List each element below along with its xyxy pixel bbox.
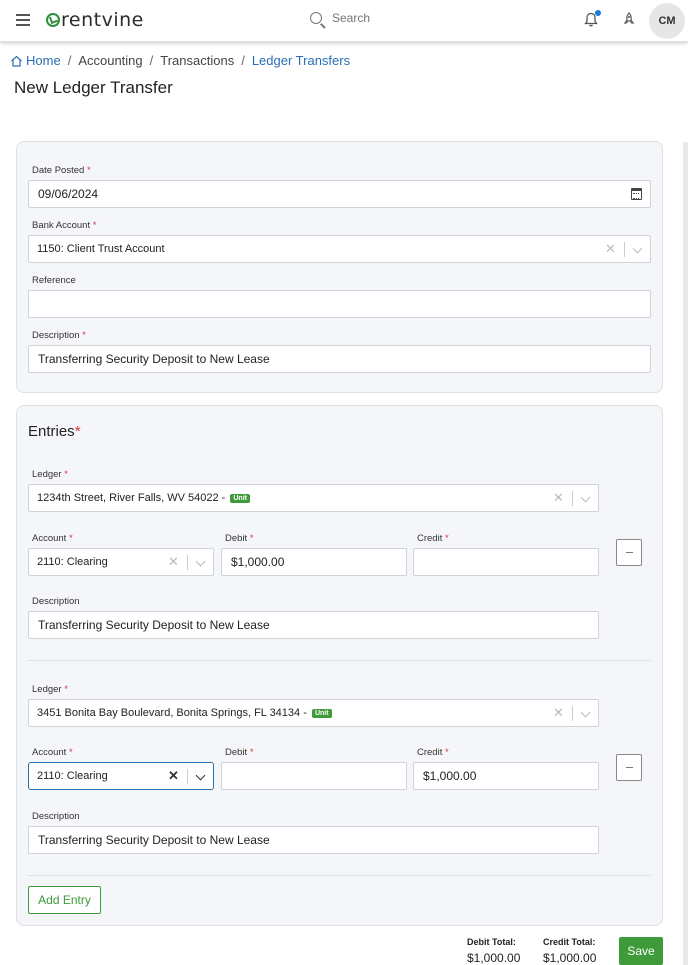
debit-label: Debit *: [225, 747, 254, 758]
account-select[interactable]: 2110: Clearing ✕: [28, 762, 214, 790]
breadcrumb-home-link[interactable]: Home: [26, 53, 61, 68]
top-bar: rentvine CM: [0, 0, 688, 42]
breadcrumb-transactions[interactable]: Transactions: [160, 53, 234, 68]
bank-account-label: Bank Account *: [32, 220, 97, 231]
credit-input[interactable]: $1,000.00: [413, 762, 599, 790]
reference-input[interactable]: [28, 290, 651, 318]
description-label: Description *: [32, 330, 86, 341]
page-scrollbar[interactable]: [683, 142, 688, 965]
clear-icon[interactable]: ✕: [168, 554, 179, 570]
user-avatar[interactable]: CM: [649, 3, 685, 39]
entry-divider: [28, 660, 651, 661]
reference-label: Reference: [32, 275, 76, 286]
credit-label: Credit *: [417, 747, 449, 758]
bank-account-select[interactable]: 1150: Client Trust Account ✕: [28, 235, 651, 263]
date-posted-label: Date Posted *: [32, 165, 91, 176]
debit-input[interactable]: $1,000.00: [221, 548, 407, 576]
rocket-icon[interactable]: [622, 12, 636, 27]
unit-badge: Unit: [311, 709, 332, 718]
ledger-select[interactable]: 3451 Bonita Bay Boulevard, Bonita Spring…: [28, 699, 599, 727]
entry-description-label: Description: [32, 596, 80, 607]
credit-input[interactable]: [413, 548, 599, 576]
breadcrumb-ledger-transfers[interactable]: Ledger Transfers: [252, 53, 350, 68]
page-title: New Ledger Transfer: [14, 78, 173, 97]
debit-total-label: Debit Total:: [467, 937, 516, 947]
entry-description-label: Description: [32, 811, 80, 822]
ledger-label: Ledger *: [32, 684, 68, 695]
search-input[interactable]: [332, 11, 532, 25]
search-icon: [310, 12, 322, 24]
save-button[interactable]: Save: [619, 937, 663, 965]
credit-total-value: $1,000.00: [543, 951, 597, 965]
search-bar: [310, 11, 532, 25]
calendar-icon[interactable]: [631, 188, 642, 200]
remove-entry-button[interactable]: [616, 539, 642, 566]
hamburger-menu-icon[interactable]: [16, 14, 30, 26]
entries-title: Entries*: [28, 423, 81, 440]
breadcrumb: Home / Accounting / Transactions / Ledge…: [10, 53, 350, 68]
breadcrumb-accounting[interactable]: Accounting: [78, 53, 142, 68]
description-input[interactable]: Transferring Security Deposit to New Lea…: [28, 345, 651, 373]
entry-description-input[interactable]: Transferring Security Deposit to New Lea…: [28, 826, 599, 854]
chevron-down-icon[interactable]: [195, 556, 206, 567]
notification-dot: [595, 10, 601, 16]
debit-total-value: $1,000.00: [467, 951, 521, 965]
credit-total-label: Credit Total:: [543, 937, 596, 947]
rentvine-logo[interactable]: rentvine: [46, 9, 144, 31]
entry-description-input[interactable]: Transferring Security Deposit to New Lea…: [28, 611, 599, 639]
chevron-down-icon[interactable]: [632, 243, 643, 254]
chevron-down-icon[interactable]: [580, 707, 591, 718]
clear-icon[interactable]: ✕: [553, 705, 564, 721]
credit-label: Credit *: [417, 533, 449, 544]
home-icon: [11, 55, 22, 67]
ledger-select[interactable]: 1234th Street, River Falls, WV 54022 - U…: [28, 484, 599, 512]
remove-entry-button[interactable]: [616, 754, 642, 781]
unit-badge: Unit: [230, 494, 250, 503]
chevron-down-icon[interactable]: [580, 492, 591, 503]
clear-icon[interactable]: ✕: [553, 490, 564, 506]
clear-icon[interactable]: ✕: [168, 768, 179, 784]
debit-label: Debit *: [225, 533, 254, 544]
entry-divider: [28, 875, 651, 876]
date-posted-field[interactable]: 09/06/2024: [28, 180, 651, 208]
entries-card: Entries* Ledger * 1234th Street, River F…: [16, 405, 663, 926]
transfer-details-card: Date Posted * 09/06/2024 Bank Account * …: [16, 141, 663, 393]
add-entry-button[interactable]: Add Entry: [28, 886, 101, 914]
debit-input[interactable]: [221, 762, 407, 790]
account-label: Account *: [32, 533, 73, 544]
ledger-label: Ledger *: [32, 469, 68, 480]
chevron-down-icon[interactable]: [195, 770, 206, 781]
clear-icon[interactable]: ✕: [605, 241, 616, 257]
notifications-bell-icon[interactable]: [584, 10, 601, 27]
account-label: Account *: [32, 747, 73, 758]
account-select[interactable]: 2110: Clearing ✕: [28, 548, 214, 576]
logo-mark-icon: [46, 13, 60, 27]
